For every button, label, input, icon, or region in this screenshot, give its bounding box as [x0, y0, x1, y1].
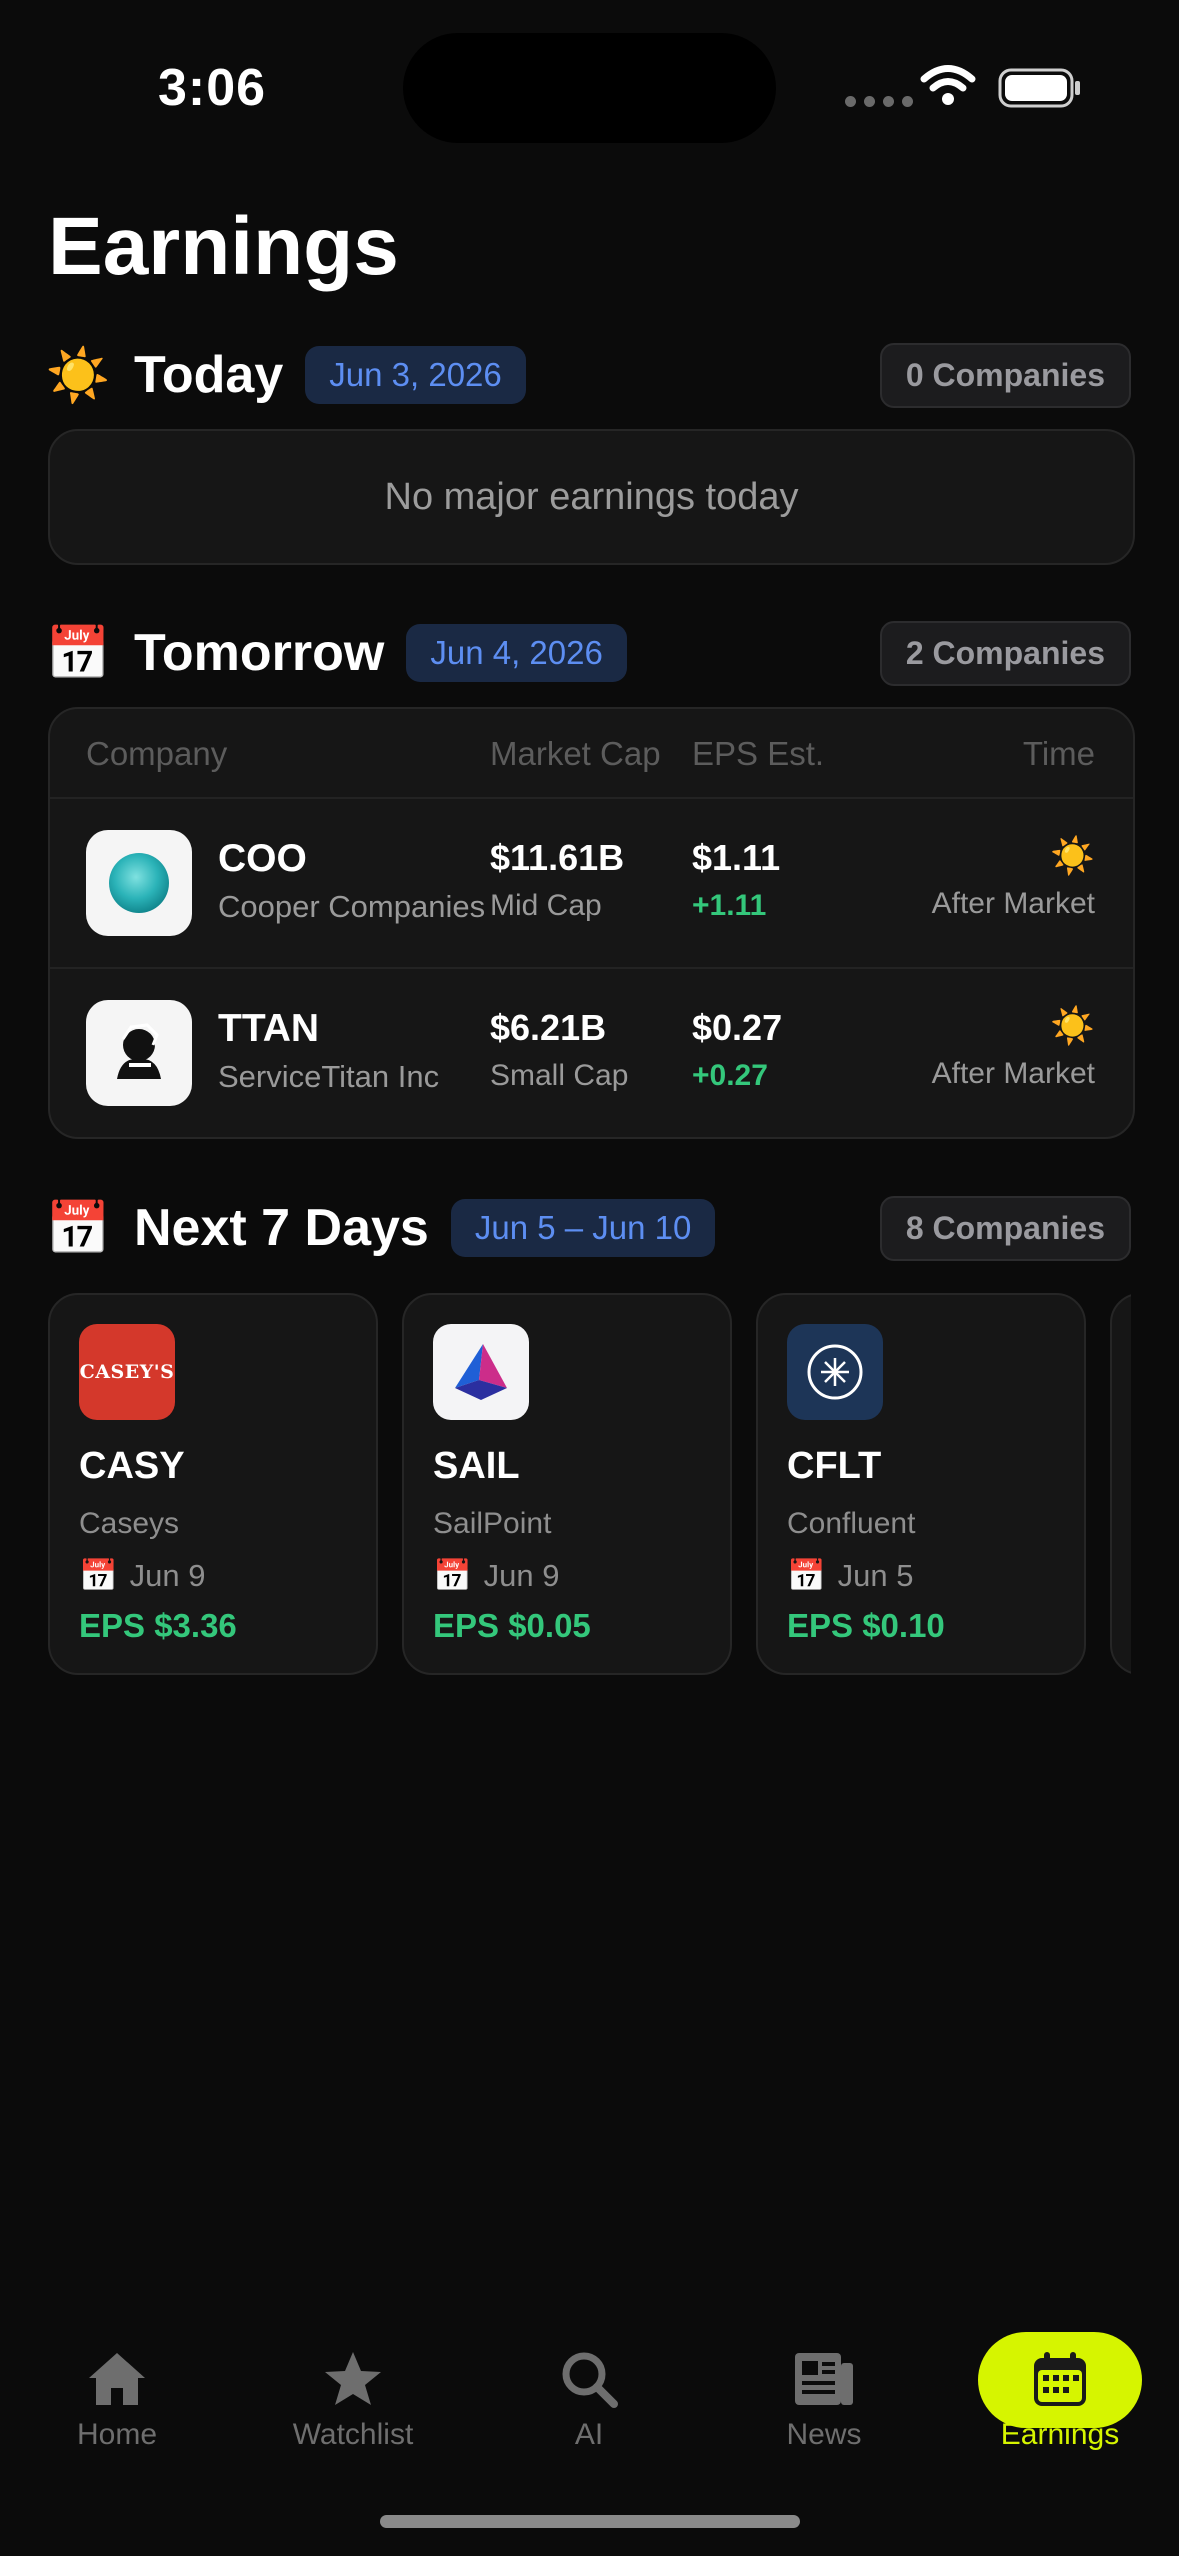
magnifier-icon: [562, 2352, 618, 2408]
today-empty-state: No major earnings today: [48, 429, 1135, 565]
newspaper-icon: [795, 2353, 853, 2405]
earnings-card[interactable]: CASEY'S CASY Caseys 📅 Jun 9 EPS $3.36: [48, 1293, 378, 1675]
column-header-market-cap: Market Cap: [490, 735, 661, 772]
company-logo: [86, 830, 192, 936]
ticker-symbol: TTAN: [218, 1007, 320, 1050]
ticker-symbol: CASY: [79, 1445, 185, 1487]
ticker-symbol: COO: [218, 837, 307, 880]
eps-estimate: EPS $0.10: [787, 1607, 945, 1644]
company-name: Caseys: [79, 1507, 180, 1540]
page-title: Earnings: [48, 201, 399, 292]
tab-watchlist[interactable]: Watchlist: [263, 2340, 443, 2452]
report-time: After Market: [931, 887, 1095, 920]
eps-estimate: $1.11: [692, 837, 781, 878]
tomorrow-title: Tomorrow: [134, 624, 385, 682]
wifi-icon: [920, 65, 976, 105]
tomorrow-date-badge: Jun 4, 2026: [406, 624, 627, 682]
table-header: Company Market Cap EPS Est. Time: [50, 709, 1133, 799]
market-cap-value: $6.21B: [490, 1007, 607, 1048]
market-cap-value: $11.61B: [490, 837, 625, 878]
market-cap-tier: Small Cap: [490, 1059, 629, 1092]
next-7-days-date-badge: Jun 5 – Jun 10: [450, 1199, 716, 1257]
tab-news[interactable]: News: [734, 2340, 914, 2452]
earnings-date: 📅 Jun 9: [433, 1557, 560, 1594]
report-time: After Market: [931, 1057, 1095, 1090]
home-indicator: [380, 2515, 800, 2528]
calendar-icon: 📅: [45, 624, 111, 683]
star-icon: [325, 2352, 381, 2405]
status-time: 3:06: [158, 59, 267, 117]
tab-home[interactable]: Home: [27, 2340, 207, 2452]
column-header-company: Company: [86, 735, 228, 772]
ticker-symbol: SAIL: [433, 1445, 520, 1487]
company-logo: [86, 1000, 192, 1106]
eps-change: +0.27: [692, 1059, 768, 1092]
earnings-card[interactable]: CFLT Confluent 📅 Jun 5 EPS $0.10: [756, 1293, 1086, 1675]
eps-estimate: EPS $0.05: [433, 1607, 591, 1644]
earnings-date: 📅 Jun 9: [79, 1557, 206, 1594]
column-header-time: Time: [1022, 735, 1095, 772]
company-name: Confluent: [787, 1507, 916, 1540]
tab-ai[interactable]: AI: [499, 2340, 679, 2452]
house-icon: [89, 2353, 145, 2405]
tab-label: AI: [574, 2418, 604, 2451]
eps-change: +1.11: [692, 889, 767, 922]
earnings-table: Company Market Cap EPS Est. Time COO Coo…: [48, 707, 1135, 1139]
company-logo: CASEY'S: [79, 1324, 175, 1420]
calendar-icon: 📅: [433, 1558, 472, 1593]
sun-icon: ☀️: [1050, 835, 1095, 876]
calendar-icon: 📅: [787, 1558, 826, 1593]
today-date-badge: Jun 3, 2026: [305, 346, 526, 404]
tab-label: Watchlist: [292, 2418, 414, 2451]
next-7-days-section-header: 📅 Next 7 Days Jun 5 – Jun 10 8 Companies: [45, 1195, 1131, 1261]
earnings-card[interactable]: SAIL SailPoint 📅 Jun 9 EPS $0.05: [402, 1293, 732, 1675]
column-header-eps: EPS Est.: [692, 735, 825, 772]
tab-earnings[interactable]: Earnings: [970, 2332, 1150, 2452]
market-cap-tier: Mid Cap: [490, 889, 602, 922]
sun-icon: ☀️: [45, 346, 111, 405]
upcoming-cards-carousel[interactable]: CASEY'S CASY Caseys 📅 Jun 9 EPS $3.36 SA…: [48, 1293, 1131, 1675]
tab-label: Home: [76, 2418, 158, 2451]
sun-icon: ☀️: [1050, 1005, 1095, 1046]
next-7-days-count-badge: 8 Companies: [879, 1195, 1131, 1261]
today-section-header: ☀️ Today Jun 3, 2026 0 Companies: [45, 342, 1131, 408]
today-title: Today: [134, 346, 284, 404]
tab-bar: Home Watchlist AI News Earnings: [0, 2320, 1179, 2470]
tomorrow-count-badge: 2 Companies: [879, 620, 1131, 686]
next-7-days-title: Next 7 Days: [134, 1199, 429, 1257]
company-name: Cooper Companies: [218, 889, 486, 924]
calendar-icon: [1034, 2352, 1086, 2406]
table-row[interactable]: COO Cooper Companies $11.61B Mid Cap $1.…: [50, 799, 1133, 969]
company-logo: [787, 1324, 883, 1420]
ticker-symbol: CFLT: [787, 1445, 882, 1487]
calendar-icon: 📅: [45, 1199, 111, 1258]
company-name: SailPoint: [433, 1507, 552, 1540]
eps-estimate: EPS $3.36: [79, 1607, 237, 1644]
eps-estimate: $0.27: [692, 1007, 783, 1048]
today-count-badge: 0 Companies: [879, 342, 1131, 408]
tomorrow-section-header: 📅 Tomorrow Jun 4, 2026 2 Companies: [45, 620, 1131, 686]
battery-icon: [998, 68, 1080, 108]
company-name: ServiceTitan Inc: [218, 1059, 440, 1094]
table-row[interactable]: TTAN ServiceTitan Inc $6.21B Small Cap $…: [50, 969, 1133, 1137]
tab-label: News: [786, 2418, 862, 2451]
dynamic-island: [403, 33, 776, 143]
tab-label: Earnings: [1000, 2418, 1120, 2451]
earnings-card[interactable]: [1110, 1293, 1131, 1675]
cell-signal-icon: [845, 96, 913, 107]
earnings-date: 📅 Jun 5: [787, 1557, 914, 1594]
calendar-icon: 📅: [79, 1558, 118, 1593]
company-logo: [433, 1324, 529, 1420]
